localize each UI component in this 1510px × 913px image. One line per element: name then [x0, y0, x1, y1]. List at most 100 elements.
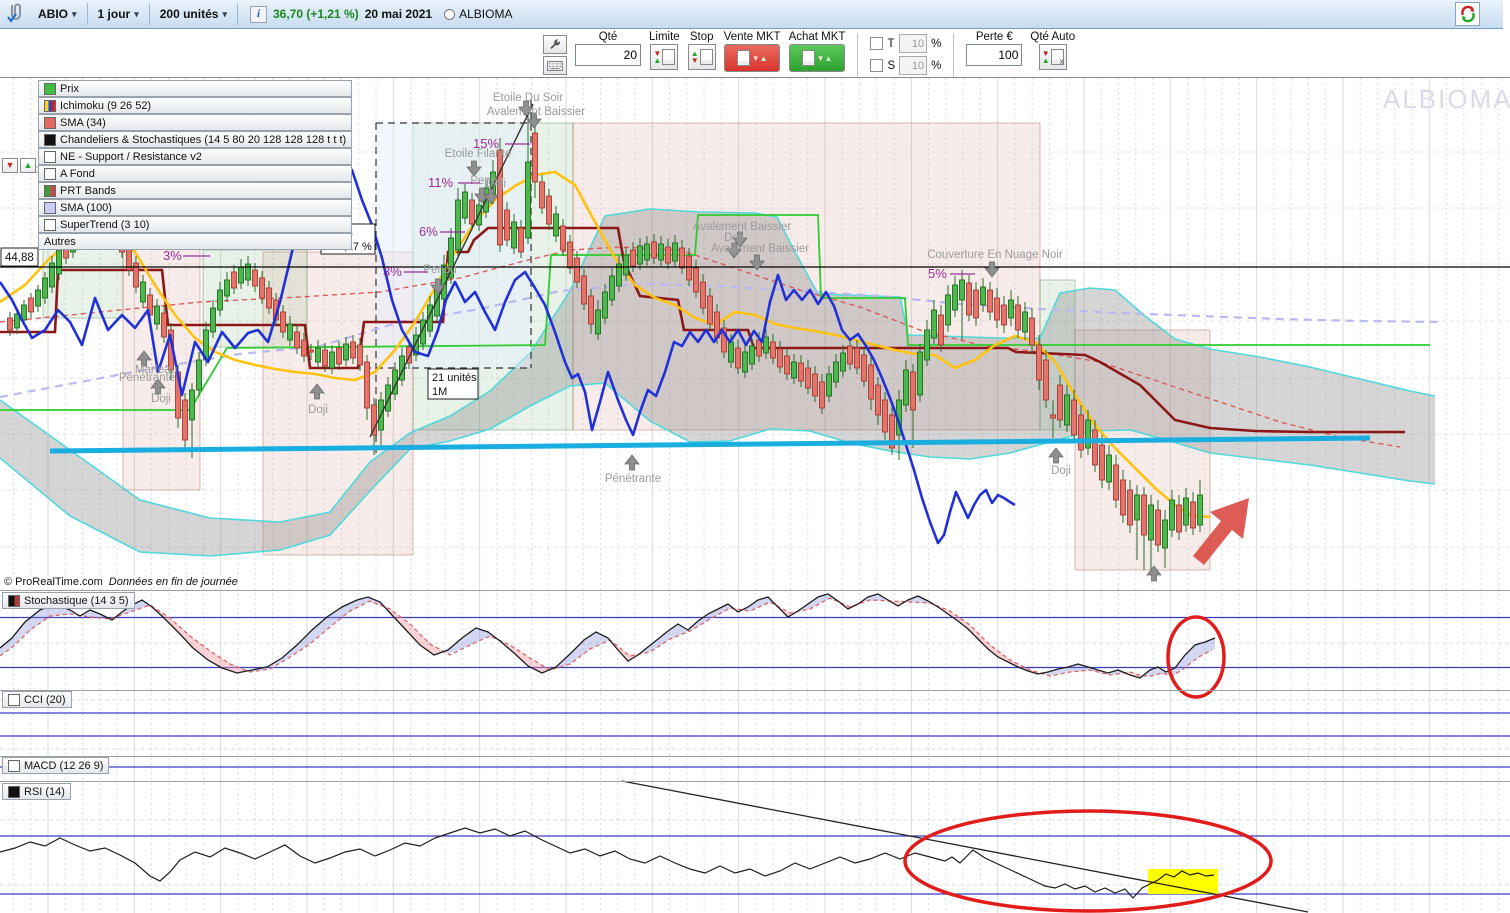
candle-body: [518, 227, 524, 253]
candle-body: [1085, 419, 1091, 449]
candle-body: [217, 289, 223, 311]
percent-label: 11%: [428, 175, 453, 190]
pattern-label: Pénétrante: [119, 372, 175, 384]
candle-body: [595, 309, 601, 335]
chip-ne-support-resistance[interactable]: NE - Support / Resistance v2: [38, 148, 353, 165]
info-box-text: 21 unités: [432, 372, 477, 384]
pattern-label: Doji: [486, 178, 506, 190]
rsi-trendline: [621, 780, 1309, 913]
candle-body: [1169, 499, 1175, 531]
candle-body: [469, 199, 475, 225]
candle-body: [1120, 479, 1126, 516]
candle-body: [1141, 494, 1147, 536]
candle-body: [910, 371, 916, 411]
candle-body: [567, 241, 573, 269]
pattern-label: Couverture En Nuage Noir: [927, 249, 1063, 261]
candle-body: [315, 347, 321, 363]
candle-body: [1022, 311, 1028, 333]
candle-body: [322, 349, 328, 367]
cci-panel-chip[interactable]: CCI (20): [2, 691, 72, 708]
chip-prt-bands[interactable]: PRT Bands: [38, 182, 353, 199]
chip-prix[interactable]: Prix: [38, 80, 353, 97]
candle-body: [994, 297, 1000, 321]
stochastic-swatch-icon: [8, 594, 20, 607]
candle-body: [371, 404, 377, 436]
candle-body: [1148, 504, 1154, 541]
candle-body: [644, 243, 650, 261]
price-tag-text: 44,88: [5, 252, 34, 264]
chip-supertrend[interactable]: SuperTrend (3 10): [38, 216, 353, 233]
candle-body: [154, 305, 160, 325]
candle-body: [56, 249, 62, 275]
candle-body: [672, 242, 678, 262]
candle-body: [343, 343, 349, 361]
chip-chandeliers[interactable]: Chandeliers & Stochastiques (14 5 80 20 …: [38, 131, 353, 148]
pattern-label: Etoile Du Soir: [493, 92, 563, 104]
candle-body: [882, 399, 888, 433]
candle-body: [854, 347, 860, 369]
candle-body: [924, 329, 930, 361]
percent-label: 6%: [419, 224, 438, 239]
candle-body: [679, 247, 685, 269]
candle-body: [1099, 444, 1105, 481]
candle-body: [189, 389, 195, 421]
candle-body: [455, 199, 461, 251]
candle-body: [329, 351, 335, 369]
cci-panel-label: CCI (20): [24, 693, 66, 706]
chip-sma34[interactable]: SMA (34): [38, 114, 353, 131]
candle-body: [301, 339, 307, 357]
chip-autres[interactable]: Autres: [38, 233, 353, 250]
candle-body: [707, 295, 713, 325]
candle-body: [553, 213, 559, 237]
stochastic-panel-chip[interactable]: Stochastique (14 3 5): [2, 592, 135, 609]
chip-a-fond[interactable]: A Fond: [38, 165, 353, 182]
candle-body: [140, 281, 146, 303]
bullish-arrow-icon: [624, 454, 640, 471]
candle-body: [462, 191, 468, 219]
rsi-annotation-ellipse: [903, 809, 1273, 913]
candle-body: [42, 277, 48, 299]
stochastic-k-line: [0, 593, 1216, 679]
prt-bands-swatch-icon: [44, 184, 56, 197]
candle-body: [602, 291, 608, 319]
candle-body: [238, 266, 244, 284]
candle-body: [791, 361, 797, 379]
scale-up-button[interactable]: ▲: [20, 157, 36, 173]
candle-body: [539, 181, 545, 209]
chip-ichimoku[interactable]: Ichimoku (9 26 52): [38, 97, 353, 114]
rsi-panel-label: RSI (14): [24, 785, 65, 798]
scale-down-button[interactable]: ▼: [2, 157, 18, 173]
percent-label: 5%: [928, 266, 947, 281]
bullish-arrow-icon: [1048, 447, 1064, 464]
candle-body: [7, 317, 13, 331]
candle-body: [280, 311, 286, 333]
candle-body: [1008, 299, 1014, 319]
candle-body: [161, 312, 167, 338]
sma34-label: SMA (34): [60, 116, 106, 129]
candle-body: [196, 359, 202, 391]
candle-body: [798, 362, 804, 382]
data-note: Données en fin de journée: [108, 576, 238, 588]
candle-body: [812, 373, 818, 397]
rsi-panel-chip[interactable]: RSI (14): [2, 783, 71, 800]
candle-body: [294, 331, 300, 349]
candle-body: [770, 341, 776, 359]
candle-body: [1078, 414, 1084, 451]
candle-body: [350, 341, 356, 359]
sma34-swatch-icon: [44, 116, 56, 129]
percent-label: 15%: [473, 136, 499, 151]
macd-panel-chip[interactable]: MACD (12 26 9): [2, 757, 110, 774]
candle-body: [511, 221, 517, 249]
chip-sma100[interactable]: SMA (100): [38, 199, 353, 216]
copyright-line: © ProRealTime.com Données en fin de journ…: [4, 576, 238, 588]
candle-body: [182, 399, 188, 441]
candle-body: [952, 284, 958, 311]
candle-body: [266, 287, 272, 309]
green-up-arrow-icon: ▲: [23, 159, 33, 170]
candle-body: [735, 347, 741, 369]
pattern-label: Pénétrante: [605, 473, 661, 485]
prix-swatch-icon: [44, 82, 56, 95]
candle-body: [1029, 317, 1035, 346]
candle-body: [504, 209, 510, 241]
candle-body: [1043, 359, 1049, 401]
